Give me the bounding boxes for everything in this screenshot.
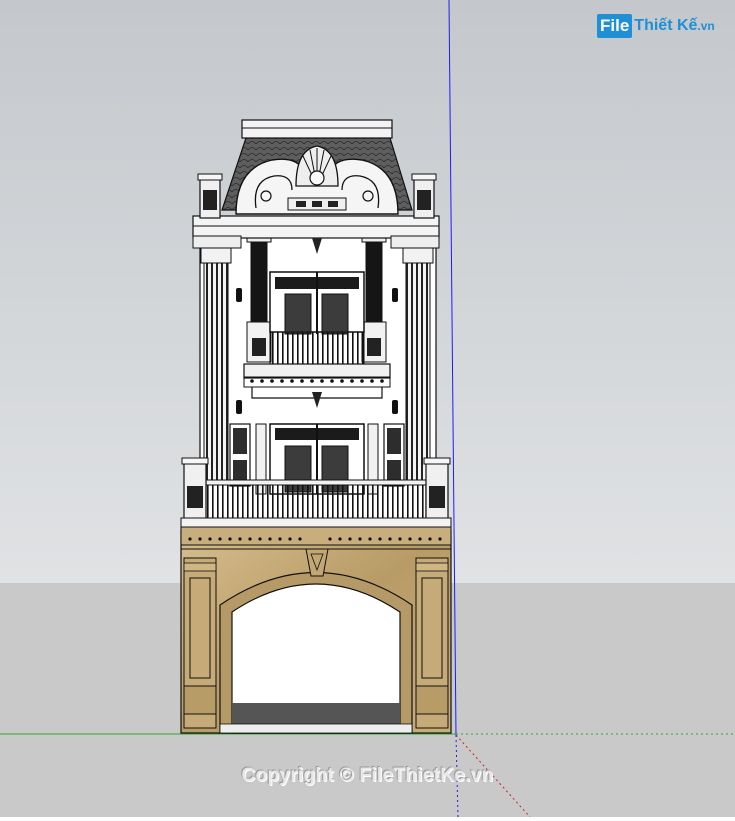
model-canvas <box>0 0 735 818</box>
main-balcony-rail <box>205 481 427 521</box>
sketchup-viewport[interactable] <box>0 0 735 818</box>
filethietke-logo: File Thiết Kế.vn <box>597 13 715 39</box>
upper-balcony-slab <box>243 363 391 379</box>
left-pilaster <box>203 261 229 485</box>
logo-box-text: File <box>597 14 633 38</box>
left-column <box>250 239 268 327</box>
garage-floor <box>232 703 400 725</box>
right-column <box>365 239 383 327</box>
copyright-watermark: Copyright © FileThietKe.vn <box>241 765 494 786</box>
logo-tld: .vn <box>697 19 715 33</box>
upper-balcony-rail <box>269 331 365 367</box>
logo-text: Thiết Kế.vn <box>634 17 714 35</box>
logo-name: Thiết Kế <box>634 17 698 34</box>
upper-entablature <box>192 215 440 239</box>
roof-cap <box>241 119 393 139</box>
right-pilaster <box>405 261 431 485</box>
ground-cornice <box>180 524 452 546</box>
